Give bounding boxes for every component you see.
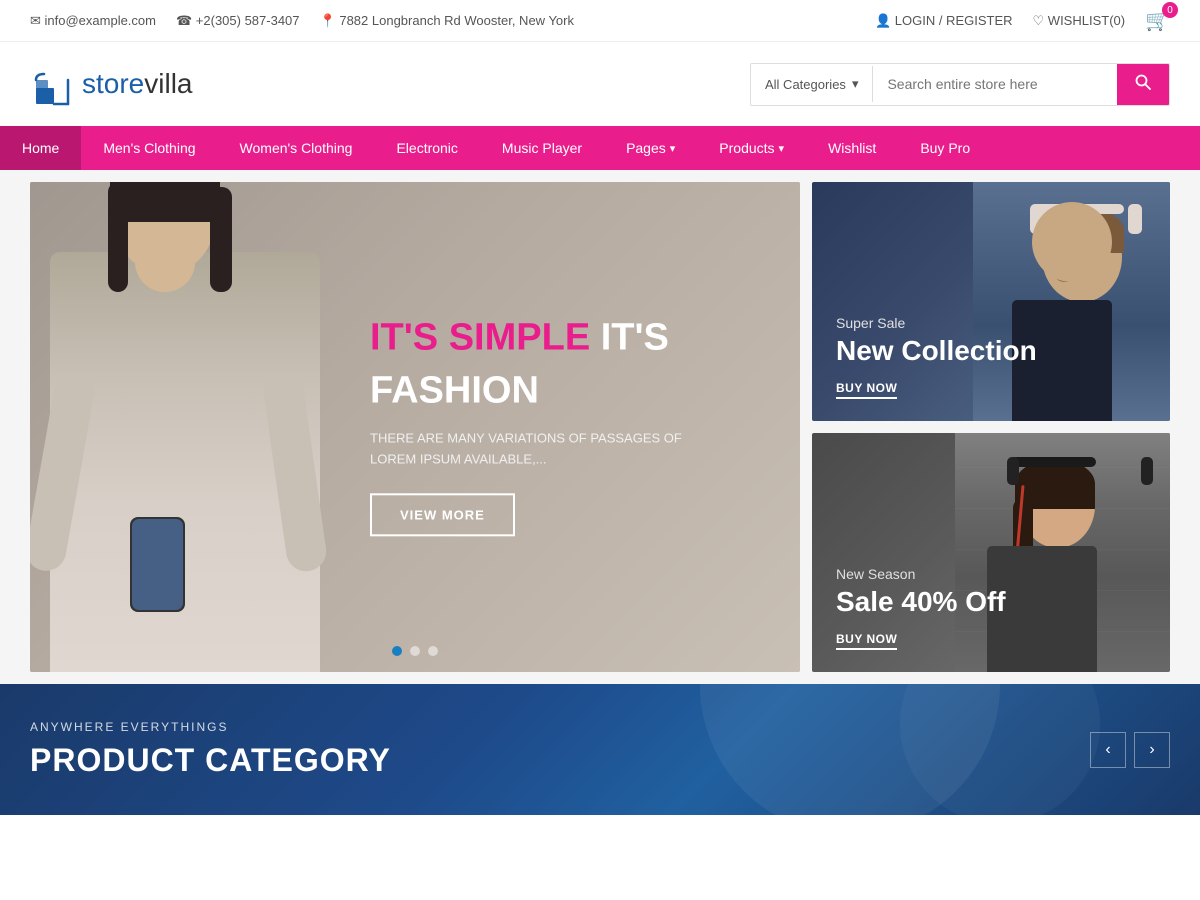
heart-icon: ♡ (1033, 13, 1048, 28)
user-icon: 👤 (875, 13, 895, 28)
hero-model-figure (30, 182, 340, 672)
cart-link[interactable]: 🛒 0 (1145, 8, 1170, 33)
promo1-cta-link[interactable]: BUY NOW (836, 381, 897, 399)
promo-panels: Super Sale New Collection BUY NOW (812, 182, 1170, 672)
chevron-down-icon: ▾ (852, 76, 859, 92)
nav-item-buy-pro[interactable]: Buy Pro (898, 126, 992, 170)
promo-panel-2: New Season Sale 40% Off BUY NOW (812, 433, 1170, 672)
logo-text-villa: villa (144, 68, 192, 100)
decor-circle-2 (900, 684, 1100, 815)
search-icon (1135, 74, 1151, 95)
promo1-subtitle: Super Sale (836, 315, 1037, 331)
category-section-left: ANYWHERE EVERYTHINGS PRODUCT CATEGORY (30, 720, 391, 779)
promo1-content: Super Sale New Collection BUY NOW (812, 291, 1061, 421)
wishlist-link[interactable]: ♡ WISHLIST(0) (1033, 13, 1126, 29)
location-icon: 📍 (320, 13, 340, 28)
topbar-contact: ✉ info@example.com ☎ +2(305) 587-3407 📍 … (30, 13, 574, 29)
login-register-link[interactable]: 👤 LOGIN / REGISTER (875, 13, 1013, 29)
slider-dot-1[interactable] (392, 646, 402, 656)
search-input[interactable] (873, 66, 1117, 102)
search-button[interactable] (1117, 64, 1169, 105)
email-icon: ✉ (30, 13, 45, 28)
slider-dots (392, 646, 438, 656)
email-contact: ✉ info@example.com (30, 13, 156, 29)
slider-dot-3[interactable] (428, 646, 438, 656)
logo-text-store: store (82, 68, 144, 100)
address-contact: 📍 7882 Longbranch Rd Wooster, New York (320, 13, 574, 29)
category-title: PRODUCT CATEGORY (30, 742, 391, 779)
promo2-content: New Season Sale 40% Off BUY NOW (812, 542, 1030, 672)
promo-panel-1: Super Sale New Collection BUY NOW (812, 182, 1170, 421)
chevron-left-icon: ‹ (1105, 741, 1110, 759)
promo2-subtitle: New Season (836, 566, 1006, 582)
promo1-title: New Collection (836, 335, 1037, 367)
nav-item-home[interactable]: Home (0, 126, 81, 170)
hero-slider: IT'S SIMPLE IT'S FASHION THERE ARE MANY … (30, 182, 800, 672)
search-bar: All Categories ▾ (750, 63, 1170, 106)
site-header: store villa All Categories ▾ (0, 42, 1200, 126)
phone-icon: ☎ (176, 13, 196, 28)
nav-item-mens-clothing[interactable]: Men's Clothing (81, 126, 217, 170)
cart-count-badge: 0 (1162, 2, 1178, 18)
main-navbar: Home Men's Clothing Women's Clothing Ele… (0, 126, 1200, 170)
logo-icon (30, 60, 78, 108)
hero-text-block: IT'S SIMPLE IT'S FASHION THERE ARE MANY … (350, 297, 710, 556)
site-logo[interactable]: store villa (30, 60, 192, 108)
nav-item-pages[interactable]: Pages ▾ (604, 126, 697, 170)
promo2-title: Sale 40% Off (836, 586, 1006, 618)
hero-description: THERE ARE MANY VARIATIONS OF PASSAGES OF… (370, 428, 690, 470)
hero-headline: IT'S SIMPLE IT'S (370, 317, 690, 359)
main-content: IT'S SIMPLE IT'S FASHION THERE ARE MANY … (0, 170, 1200, 684)
nav-item-electronic[interactable]: Electronic (374, 126, 479, 170)
nav-item-womens-clothing[interactable]: Women's Clothing (218, 126, 375, 170)
nav-item-wishlist[interactable]: Wishlist (806, 126, 898, 170)
chevron-down-icon: ▾ (670, 142, 676, 155)
category-nav-controls: ‹ › (1090, 732, 1170, 768)
nav-item-music-player[interactable]: Music Player (480, 126, 604, 170)
category-section: ANYWHERE EVERYTHINGS PRODUCT CATEGORY ‹ … (0, 684, 1200, 815)
search-category-dropdown[interactable]: All Categories ▾ (751, 66, 873, 102)
chevron-right-icon: › (1149, 741, 1154, 759)
chevron-down-icon: ▾ (779, 142, 785, 155)
phone-contact: ☎ +2(305) 587-3407 (176, 13, 300, 29)
topbar-actions: 👤 LOGIN / REGISTER ♡ WISHLIST(0) 🛒 0 (875, 8, 1170, 33)
category-next-button[interactable]: › (1134, 732, 1170, 768)
search-category-label: All Categories (765, 77, 846, 92)
hero-headline-2: FASHION (370, 369, 690, 412)
topbar: ✉ info@example.com ☎ +2(305) 587-3407 📍 … (0, 0, 1200, 42)
hero-cta-button[interactable]: VIEW MORE (370, 494, 515, 537)
slider-dot-2[interactable] (410, 646, 420, 656)
category-subtitle: ANYWHERE EVERYTHINGS (30, 720, 391, 734)
promo2-cta-link[interactable]: BUY NOW (836, 632, 897, 650)
nav-item-products[interactable]: Products ▾ (697, 126, 806, 170)
